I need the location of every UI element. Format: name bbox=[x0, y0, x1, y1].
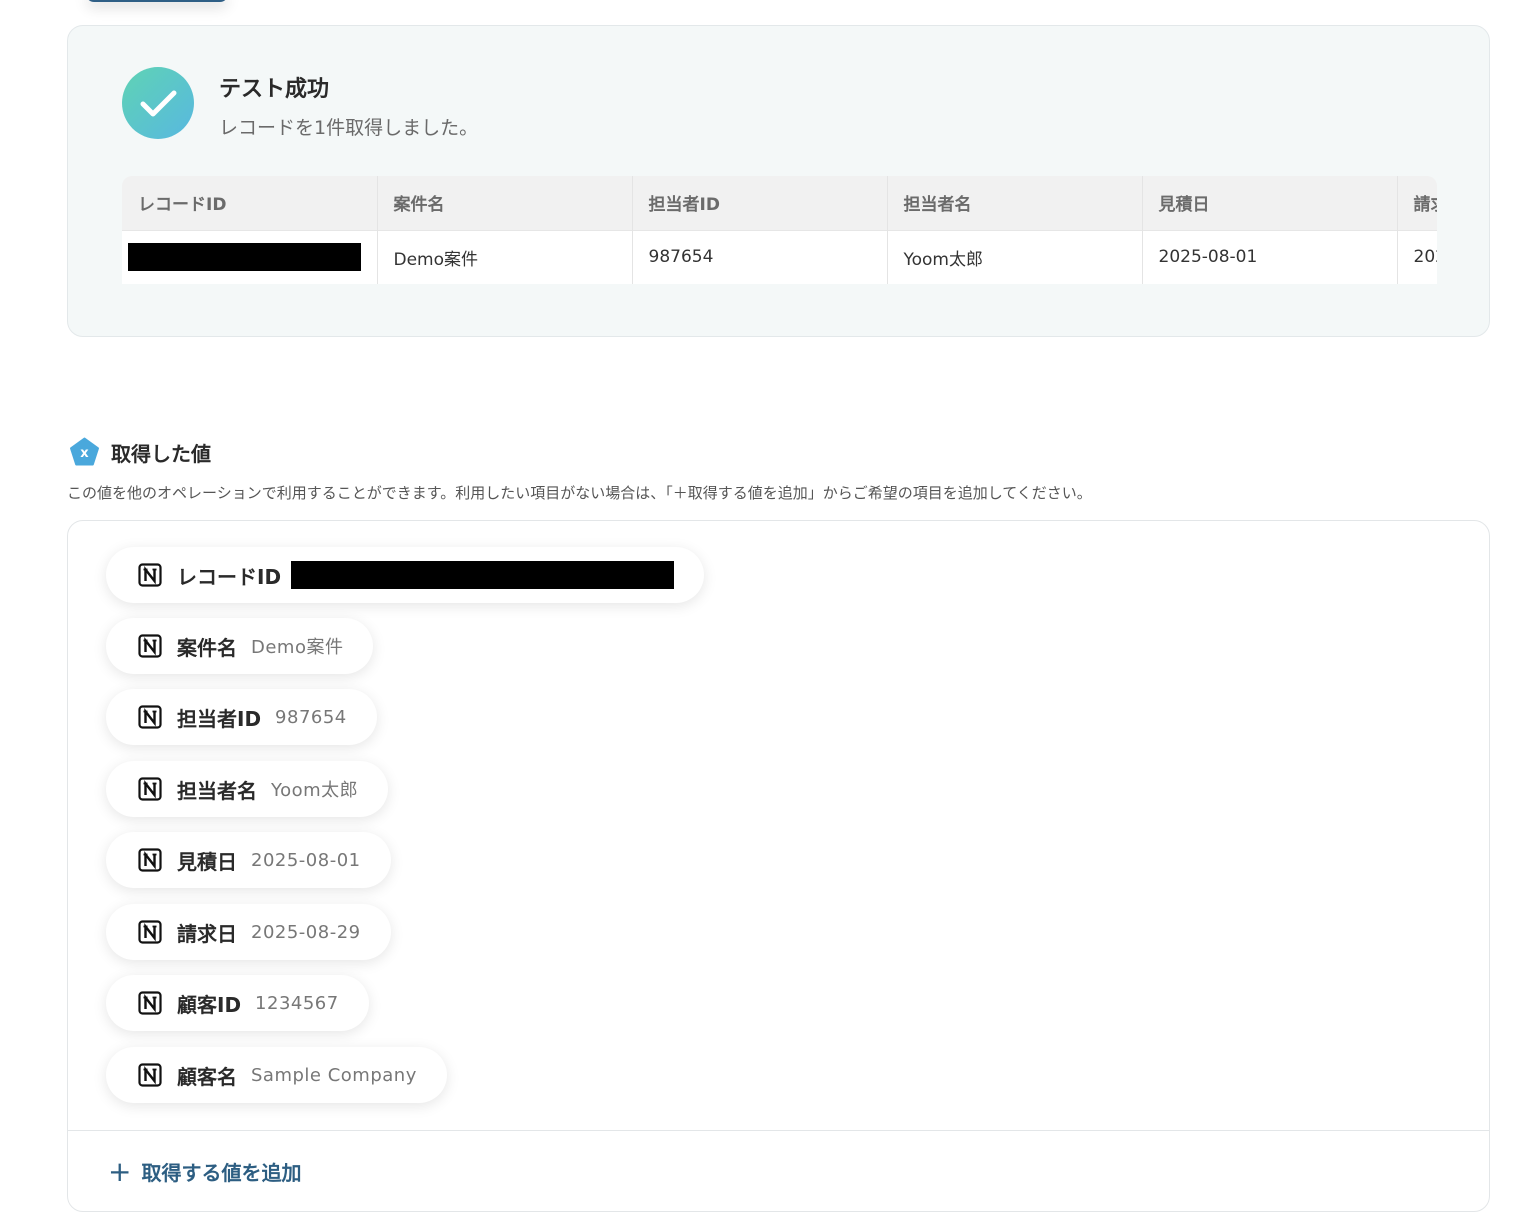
value-chip-value: 987654 bbox=[275, 706, 347, 728]
value-chip-project-name[interactable]: 案件名 Demo案件 bbox=[106, 618, 374, 674]
table-cell: 2025-08-29 bbox=[1397, 229, 1437, 284]
column-header: レコードID bbox=[122, 176, 378, 230]
notion-icon bbox=[138, 563, 162, 587]
redacted-block bbox=[128, 243, 361, 272]
notion-icon bbox=[138, 991, 162, 1015]
column-header: 案件名 bbox=[377, 176, 633, 230]
acquired-values-header: x 取得した値 bbox=[69, 436, 211, 468]
column-header: 担当者名 bbox=[887, 176, 1143, 230]
add-value-button[interactable]: + 取得する値を追加 bbox=[108, 1157, 301, 1186]
success-title: テスト成功 bbox=[219, 77, 330, 102]
add-value-row: + 取得する値を追加 bbox=[68, 1130, 1489, 1212]
record-table: レコードID 案件名 担当者ID 担当者名 見積日 請求日 Demo案件 987… bbox=[122, 176, 1437, 284]
notion-icon bbox=[138, 920, 162, 944]
value-chip-customer-id[interactable]: 顧客ID 1234567 bbox=[106, 975, 369, 1031]
table-header-row: レコードID 案件名 担当者ID 担当者名 見積日 請求日 bbox=[122, 176, 1437, 230]
value-chip-value: 1234567 bbox=[255, 992, 339, 1014]
value-chip-label: 顧客ID bbox=[177, 992, 242, 1017]
notion-icon bbox=[138, 777, 162, 801]
value-chip-customer-name[interactable]: 顧客名 Sample Company bbox=[106, 1047, 447, 1103]
redacted-block bbox=[291, 561, 675, 589]
notion-icon bbox=[138, 705, 162, 729]
column-header: 見積日 bbox=[1142, 176, 1398, 230]
value-chip-label: 顧客名 bbox=[177, 1064, 237, 1089]
value-chip-value: Yoom太郎 bbox=[271, 780, 359, 801]
notion-icon bbox=[138, 634, 162, 658]
value-chip-label: レコードID bbox=[177, 564, 282, 589]
value-chip-value: 2025-08-01 bbox=[251, 849, 361, 871]
column-header: 請求日 bbox=[1397, 176, 1437, 230]
table-cell: 987654 bbox=[632, 229, 888, 284]
value-chip-value: Sample Company bbox=[251, 1064, 417, 1086]
record-table-scroll[interactable]: レコードID 案件名 担当者ID 担当者名 見積日 請求日 Demo案件 987… bbox=[122, 176, 1437, 284]
value-chip-estimate-date[interactable]: 見積日 2025-08-01 bbox=[106, 832, 391, 888]
table-cell-record-id bbox=[122, 229, 378, 284]
check-icon bbox=[122, 67, 194, 139]
table-row: Demo案件 987654 Yoom太郎 2025-08-01 2025-08-… bbox=[122, 229, 1437, 284]
svg-text:x: x bbox=[80, 446, 89, 461]
value-chip-invoice-date[interactable]: 請求日 2025-08-29 bbox=[106, 904, 391, 960]
value-chip-assignee-id[interactable]: 担当者ID 987654 bbox=[106, 689, 377, 745]
add-value-label: 取得する値を追加 bbox=[141, 1161, 302, 1185]
value-chip-record-id[interactable]: レコードID bbox=[106, 547, 705, 603]
test-success-card: テスト成功 レコードを1件取得しました。 レコードID 案件名 担当者ID 担当… bbox=[67, 25, 1490, 337]
value-chip-assignee-name[interactable]: 担当者名 Yoom太郎 bbox=[106, 761, 389, 817]
value-chip-value: Demo案件 bbox=[251, 637, 344, 658]
acquired-values-title: 取得した値 bbox=[111, 441, 211, 466]
value-chip-value: 2025-08-29 bbox=[251, 921, 361, 943]
top-tab-edge bbox=[86, 0, 228, 2]
value-chip-label: 案件名 bbox=[177, 635, 237, 660]
table-cell: Yoom太郎 bbox=[887, 229, 1143, 284]
notion-icon bbox=[138, 1063, 162, 1087]
value-chip-label: 担当者名 bbox=[177, 778, 257, 803]
x-variable-icon: x bbox=[69, 437, 100, 468]
column-header: 担当者ID bbox=[632, 176, 888, 230]
success-message: レコードを1件取得しました。 bbox=[219, 117, 479, 139]
table-cell: 2025-08-01 bbox=[1142, 229, 1398, 284]
acquired-values-description: この値を他のオペレーションで利用することができます。利用したい項目がない場合は、… bbox=[67, 484, 1092, 502]
acquired-values-card: レコードID 案件名 Demo案件 担当者ID 987654 担当者名 Yoom… bbox=[67, 520, 1490, 1212]
value-chip-label: 請求日 bbox=[177, 921, 237, 946]
table-cell: Demo案件 bbox=[377, 229, 633, 284]
notion-icon bbox=[138, 848, 162, 872]
plus-icon: + bbox=[108, 1154, 132, 1188]
value-chip-label: 見積日 bbox=[177, 849, 237, 874]
value-chip-label: 担当者ID bbox=[177, 706, 262, 731]
